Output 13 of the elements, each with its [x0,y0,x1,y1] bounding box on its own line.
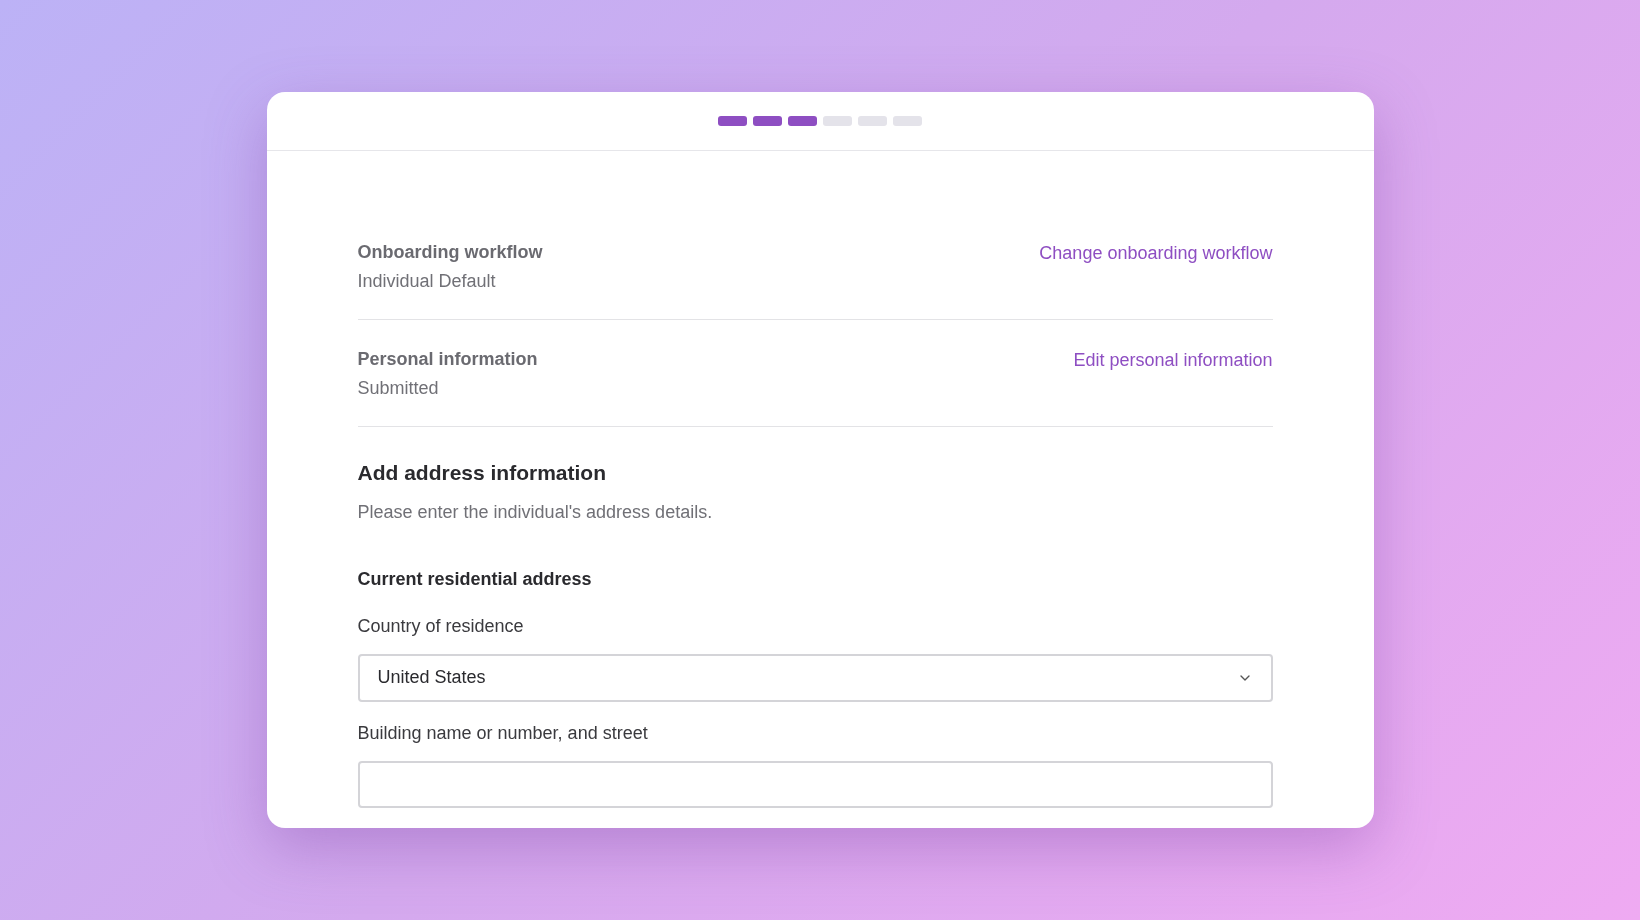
country-select[interactable]: United States [357,653,1273,702]
row-value: Submitted [357,377,440,400]
row-link[interactable]: Change onboarding workflow [1039,240,1273,267]
section-description: Please enter the individual's address details. [357,500,714,524]
row-value: Individual Default [357,270,497,293]
row-link[interactable]: Edit personal information [1073,347,1273,374]
field-label: Country of residence [357,614,525,638]
section-heading: Add address information [357,460,608,486]
street-input-field[interactable] [357,760,1273,808]
address-subheading: Current residential address [357,567,593,591]
row-title: Onboarding workflow [357,241,543,264]
field-label: Building name or number, and street [357,721,649,745]
row-title: Personal information [357,348,538,371]
